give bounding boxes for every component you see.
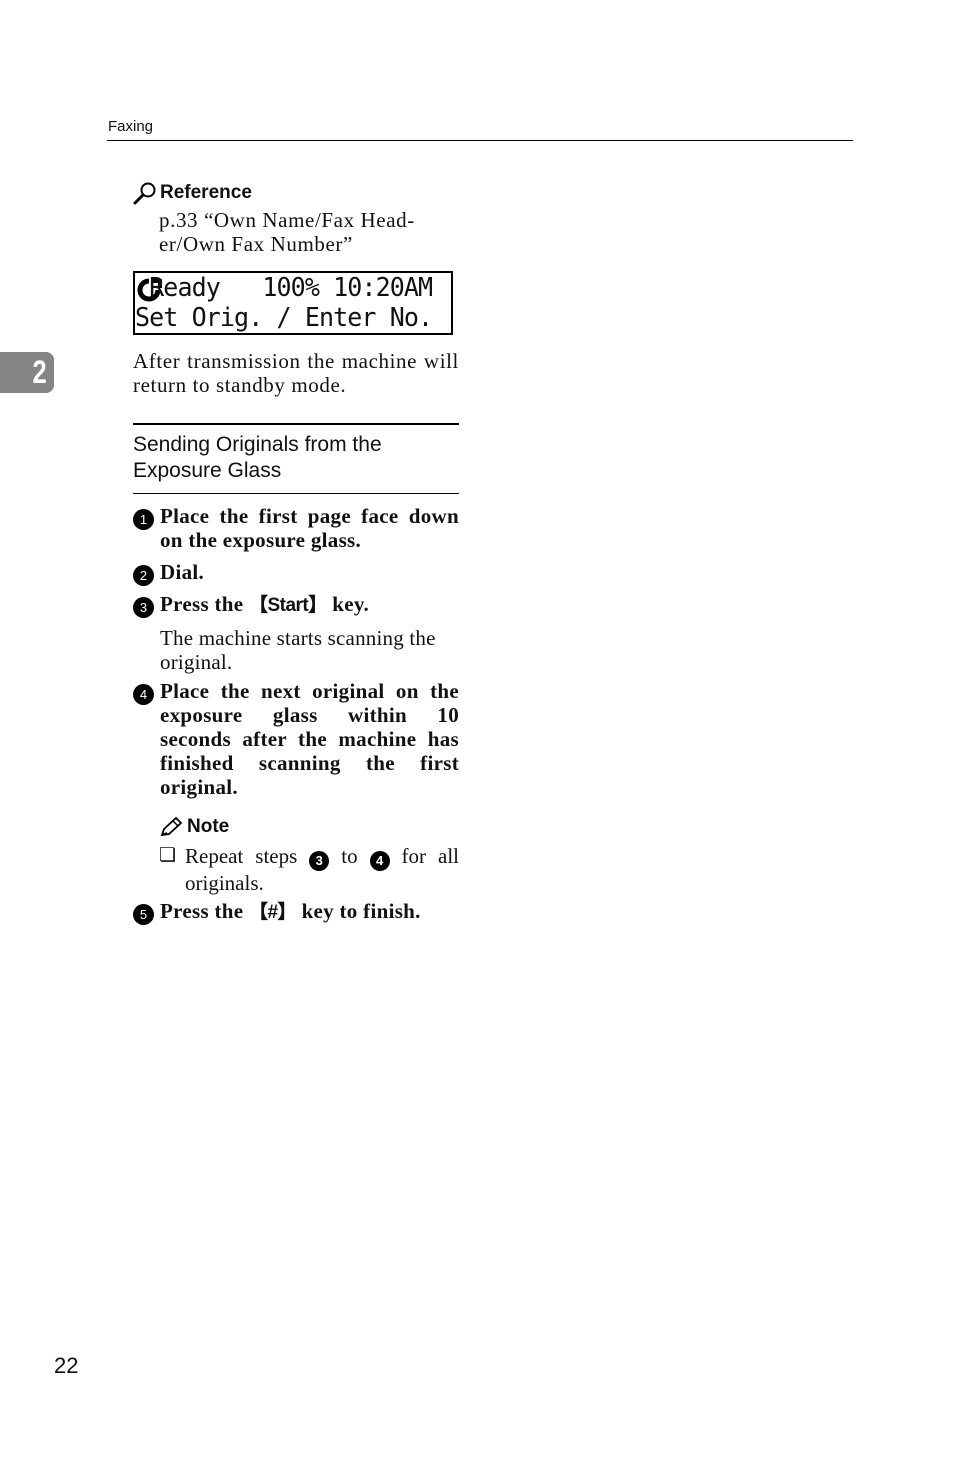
step-ref-badge: 3 [309,851,330,871]
step-number-badge: 4 [133,684,154,705]
lcd-line-2: Set Orig. / Enter No. [135,302,433,333]
step-text: Place the next original on the exposure … [160,679,459,799]
step-text-after: key to finish. [296,899,421,923]
step-number-badge: 5 [133,904,154,925]
checkbox-bullet-icon: ❏ [159,845,177,866]
chapter-tab: 2 [0,352,54,393]
hash-key-label: 【#】 [248,902,297,923]
step-text: Press the 【Start】 key. [160,592,459,618]
step-1: 1 Place the first page face down on the … [133,504,459,552]
step-number-badge: 2 [133,565,154,586]
magnifier-icon [133,182,156,205]
step-text-before: Press the [160,592,249,616]
lcd-display: Ready 100% 10:20AM Set Orig. / Enter No. [133,271,453,335]
step-text: Place the first page face down on the ex… [160,504,459,552]
step-text: Press the 【#】 key to finish. [160,899,459,925]
reference-heading: Reference [133,178,463,208]
step-body: The machine starts scanning the original… [160,626,436,674]
step-number-badge: 3 [133,597,154,618]
step-2: 2 Dial. [133,560,459,586]
step-number-badge: 1 [133,509,154,530]
step-4: 4 Place the next original on the exposur… [133,679,459,799]
reference-title: Reference [160,182,252,203]
lcd-line-1: Ready 100% 10:20AM [135,272,433,303]
note-text-part: to [329,844,370,868]
chapter-number: 2 [32,354,47,390]
note-text-part: Repeat steps [185,844,310,868]
section-rule-bottom [133,493,459,494]
note-title: Note [187,816,230,837]
section-title: Sending Originals from the Exposure Glas… [133,433,382,482]
step-text-after: key. [326,592,370,616]
note-block: Note ❏ Repeat steps 3 to 4 for all origi… [159,814,459,895]
note-item-text: Repeat steps 3 to 4 for all originals. [185,844,459,895]
reference-block: Reference p.33 “Own Name/Fax Head-er/Own… [133,178,463,256]
step-text: Dial. [160,560,205,584]
note-heading: Note [159,814,459,840]
page-number: 22 [54,1353,79,1378]
note-item: ❏ Repeat steps 3 to 4 for all originals. [159,844,459,895]
step-3: 3 Press the 【Start】 key. The machine sta… [133,592,459,674]
header-rule [107,140,853,141]
start-key-label: 【Start】 [248,595,327,616]
after-transmission-text: After transmission the machine will retu… [133,349,459,397]
reference-link-text[interactable]: p.33 “Own Name/Fax Head-er/Own Fax Numbe… [159,208,463,256]
pencil-icon [160,816,183,837]
step-ref-badge: 4 [369,851,390,871]
section-rule-top [133,423,459,425]
step-text-before: Press the [160,899,249,923]
step-5: 5 Press the 【#】 key to finish. [133,899,459,925]
running-head: Faxing [108,118,154,135]
